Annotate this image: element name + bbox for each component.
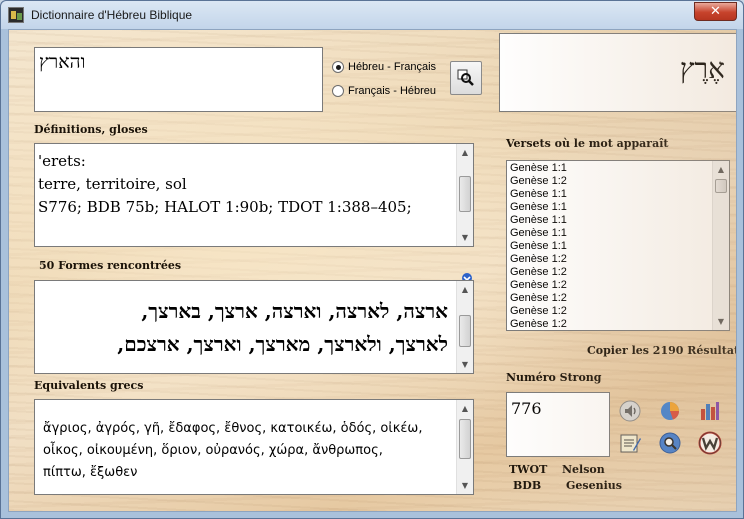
definitions-textbox[interactable]: 'erets: terre, territoire, sol S776; BDB… — [34, 143, 474, 247]
word-display: אֶרֶץ — [499, 33, 736, 112]
scroll-up-arrow-icon[interactable]: ▲ — [713, 161, 729, 178]
list-item[interactable]: Genèse 1:1 — [510, 214, 710, 227]
list-item[interactable]: Genèse 1:2 — [510, 253, 710, 266]
verses-label: Versets où le mot apparaît — [506, 137, 669, 150]
word-display-text: אֶרֶץ — [679, 52, 725, 85]
nelson-link[interactable]: Nelson — [562, 463, 605, 476]
strong-label: Numéro Strong — [506, 371, 602, 384]
logo-w-icon — [698, 431, 722, 455]
gesenius-link[interactable]: Gesenius — [566, 479, 622, 492]
list-item[interactable]: Genèse 1:1 — [510, 201, 710, 214]
list-item[interactable]: Genèse 1:1 — [510, 240, 710, 253]
list-item[interactable]: Genèse 1:2 — [510, 266, 710, 279]
scroll-up-arrow-icon[interactable]: ▲ — [457, 281, 473, 298]
radio-hebrew-french[interactable]: Hébreu - Français — [332, 61, 436, 73]
greek-line: ἄγριος, ἀγρός, γῆ, ἔδαφος, ἔθνος, κατοικ… — [43, 421, 423, 436]
radio-french-hebrew-indicator[interactable] — [332, 85, 344, 97]
scroll-up-arrow-icon[interactable]: ▲ — [457, 400, 473, 417]
list-item[interactable]: Genèse 1:2 — [510, 318, 710, 330]
copy-results-button[interactable]: Copier les 2190 Résultats — [587, 344, 736, 357]
magnifier-icon — [659, 432, 681, 454]
greek-label: Equivalents grecs — [34, 379, 144, 392]
main-panel: והארץ Hébreu - Français Français - Hébre… — [8, 29, 737, 512]
strong-number-field[interactable]: 776 — [506, 392, 610, 457]
twot-link[interactable]: TWOT — [509, 463, 547, 476]
scroll-down-arrow-icon[interactable]: ▼ — [457, 356, 473, 373]
radio-hebrew-french-indicator[interactable] — [332, 61, 344, 73]
verses-listbox[interactable]: Genèse 1:1 Genèse 1:2 Genèse 1:1 Genèse … — [506, 160, 730, 331]
verses-scrollbar[interactable]: ▲ ▼ — [712, 161, 729, 330]
scroll-thumb[interactable] — [459, 419, 471, 459]
app-icon — [8, 7, 24, 23]
pie-chart-icon — [661, 402, 679, 420]
scroll-up-arrow-icon[interactable]: ▲ — [457, 144, 473, 161]
bdb-link[interactable]: BDB — [513, 479, 541, 492]
stats-bar-button[interactable] — [697, 398, 723, 424]
notepad-icon — [620, 434, 641, 453]
title-bar[interactable]: Dictionnaire d'Hébreu Biblique ✕ — [1, 1, 743, 29]
scroll-thumb[interactable] — [459, 315, 471, 347]
greek-textbox[interactable]: ἄγριος, ἀγρός, γῆ, ἔδαφος, ἔθνος, κατοικ… — [34, 399, 474, 495]
verses-list: Genèse 1:1 Genèse 1:2 Genèse 1:1 Genèse … — [510, 162, 710, 330]
stats-pie-button[interactable] — [657, 398, 683, 424]
magnifier-button[interactable] — [657, 430, 683, 456]
definition-line: S776; BDB 75b; HALOT 1:90b; TDOT 1:388–4… — [38, 198, 412, 216]
list-item[interactable]: Genèse 1:1 — [510, 227, 710, 240]
speaker-button[interactable] — [617, 398, 643, 424]
forms-label: 50 Formes rencontrées — [39, 259, 182, 272]
radio-hebrew-french-label: Hébreu - Français — [348, 61, 437, 73]
forms-line: ארצה, לארצה, וארצה, ארצך, בארצך, — [141, 299, 448, 323]
definition-line: 'erets: — [38, 152, 86, 170]
definitions-label: Définitions, gloses — [34, 123, 148, 136]
notepad-button[interactable] — [617, 430, 643, 456]
scroll-down-arrow-icon[interactable]: ▼ — [457, 229, 473, 246]
search-button[interactable] — [450, 61, 482, 95]
greek-line: οἶκος, οἰκουμένη, ὅριον, οὐρανός, χώρα, … — [43, 443, 383, 458]
definition-line: terre, territoire, sol — [38, 175, 187, 193]
list-item[interactable]: Genèse 1:1 — [510, 188, 710, 201]
list-item[interactable]: Genèse 1:2 — [510, 279, 710, 292]
definitions-scrollbar[interactable]: ▲ ▼ — [456, 144, 473, 246]
list-item[interactable]: Genèse 1:2 — [510, 175, 710, 188]
greek-line: πίπτω, ἔξωθεν — [43, 465, 138, 480]
forms-scrollbar[interactable]: ▲ ▼ — [456, 281, 473, 373]
greek-scrollbar[interactable]: ▲ ▼ — [456, 400, 473, 494]
scroll-thumb[interactable] — [715, 179, 727, 193]
search-input-value: והארץ — [39, 51, 86, 73]
radio-french-hebrew[interactable]: Français - Hébreu — [332, 85, 436, 97]
list-item[interactable]: Genèse 1:1 — [510, 162, 710, 175]
search-hebrew-icon — [457, 69, 474, 86]
radio-french-hebrew-label: Français - Hébreu — [348, 85, 437, 97]
close-button[interactable]: ✕ — [694, 2, 737, 21]
app-window: Dictionnaire d'Hébreu Biblique ✕ והארץ H… — [0, 0, 744, 519]
list-item[interactable]: Genèse 1:2 — [510, 305, 710, 318]
scroll-down-arrow-icon[interactable]: ▼ — [457, 477, 473, 494]
search-input[interactable]: והארץ — [34, 47, 323, 112]
strong-number-value: 776 — [511, 399, 542, 418]
window-title: Dictionnaire d'Hébreu Biblique — [31, 8, 193, 22]
speaker-icon — [619, 400, 641, 422]
logo-w-button[interactable] — [697, 430, 723, 456]
bar-chart-icon — [701, 402, 719, 420]
forms-textbox[interactable]: ארצה, לארצה, וארצה, ארצך, בארצך, לארצך, … — [34, 280, 474, 374]
forms-line: לארצך, ולארצך, מארצך, וארצך, ארצכם, — [117, 332, 448, 356]
scroll-down-arrow-icon[interactable]: ▼ — [713, 313, 729, 330]
scroll-thumb[interactable] — [459, 176, 471, 212]
list-item[interactable]: Genèse 1:2 — [510, 292, 710, 305]
